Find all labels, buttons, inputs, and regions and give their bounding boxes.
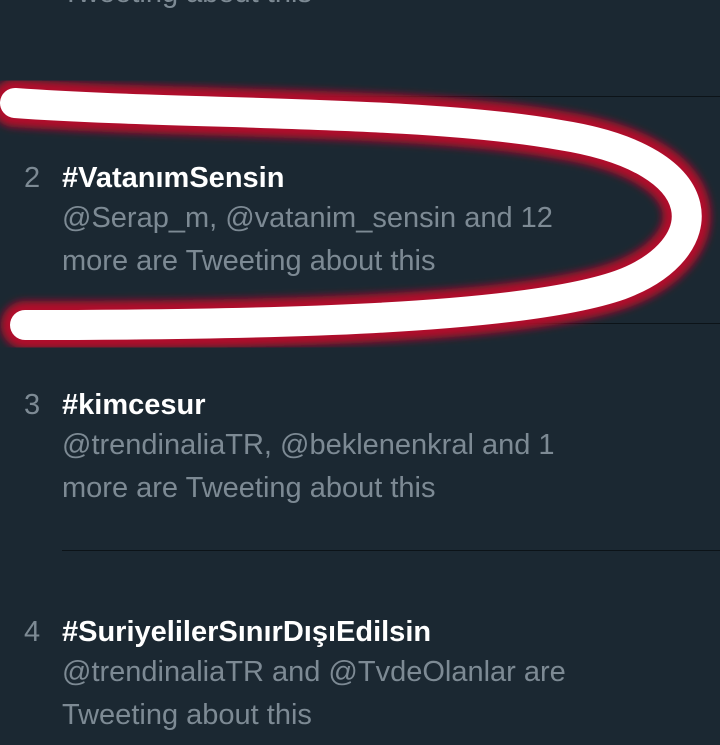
trend-description: @Serap_m, @vatanim_sensin and 12 more ar… [62,202,553,277]
trend-rank: 3 [24,389,41,421]
divider [62,96,720,97]
trend-description: @trendinaliaTR, @beklenenkral and 1 more… [62,429,555,504]
trend-rank: 4 [24,616,41,648]
trend-description: Tweeting about this [62,0,622,15]
trend-item-partial[interactable]: Tweeting about this [0,0,720,60]
divider [62,323,720,324]
trend-item-3[interactable]: 3 #kimcesur @trendinaliaTR, @beklenenkra… [0,388,720,518]
trend-item-4[interactable]: 4 #SuriyelilerSınırDışıEdilsin @trendina… [0,615,720,745]
trend-description: @trendinaliaTR and @TvdeOlanlar are Twee… [62,656,566,731]
trend-rank: 2 [24,162,41,194]
trend-hashtag[interactable]: #kimcesur [62,388,206,422]
divider [62,550,720,551]
trend-hashtag[interactable]: #SuriyelilerSınırDışıEdilsin [62,615,431,649]
trend-hashtag[interactable]: #VatanımSensin [62,161,284,195]
trend-item-2[interactable]: 2 #VatanımSensin @Serap_m, @vatanim_sens… [0,161,720,291]
hand-drawn-highlight-mark [0,79,711,349]
